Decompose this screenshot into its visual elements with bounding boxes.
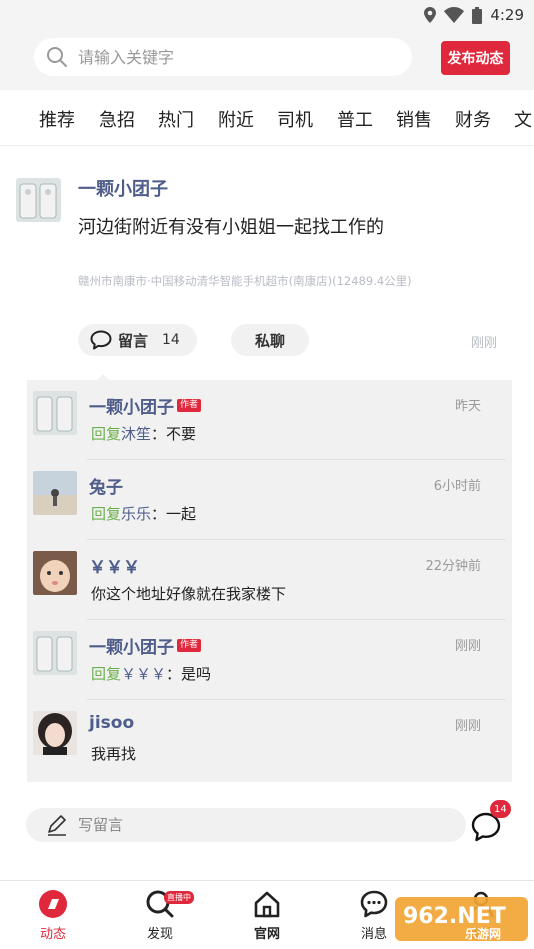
tab-category[interactable]: 销售	[396, 106, 432, 132]
nav-label: 消息	[360, 927, 387, 942]
tab-category[interactable]: 急招	[99, 106, 135, 132]
post-location: 赣州市南康市·中国移动清华智能手机超市(南康店)(12489.4公里)	[78, 274, 412, 288]
private-chat-button[interactable]: 私聊	[231, 324, 309, 356]
comment-item[interactable]: 兔子 6小时前 回复乐乐：一起	[27, 460, 512, 540]
status-time: 4:29	[490, 6, 524, 24]
post-content: 河边街附近有没有小姐姐一起找工作的	[78, 217, 384, 238]
home-icon	[254, 891, 280, 918]
nav-label: 发现	[146, 927, 173, 942]
comment-button[interactable]: 留言 14	[78, 324, 197, 356]
tab-category[interactable]: 财务	[455, 106, 491, 132]
author-badge: 作者	[177, 639, 202, 652]
search-input[interactable]	[78, 47, 378, 67]
avatar[interactable]	[33, 631, 77, 675]
comment-list: 一颗小团子 作者 昨天 回复沐笙：不要 兔子 6小时前 回复乐乐：一起 ￥￥￥ 2…	[27, 374, 512, 782]
category-tabs: 推荐 急招 热门 附近 司机 普工 销售 财务 文	[0, 90, 534, 146]
post-author-avatar[interactable]	[16, 178, 61, 222]
comment-time: 刚刚	[454, 719, 481, 734]
search-box[interactable]	[34, 38, 412, 76]
comment-time: 6小时前	[433, 479, 481, 494]
comments-shortcut-button[interactable]: 14	[470, 800, 511, 846]
header: 发布动态	[0, 30, 534, 90]
pencil-icon	[48, 815, 66, 836]
status-icons: 4:29	[424, 5, 524, 25]
battery-icon	[472, 6, 483, 24]
comment-count: 14	[162, 332, 180, 348]
tab-category[interactable]: 附近	[218, 106, 254, 132]
feed-icon	[39, 890, 67, 918]
message-count-badge: 14	[490, 800, 511, 818]
nav-label: 官网	[253, 927, 280, 942]
commenter-name[interactable]: 一颗小团子 作者	[89, 633, 202, 658]
wifi-icon	[444, 7, 465, 23]
live-badge: 直播中	[164, 891, 194, 904]
tab-category[interactable]: 文	[514, 106, 532, 132]
watermark-subtext: 乐游网	[465, 926, 501, 941]
watermark-logo: 962.NET 乐游网	[395, 893, 528, 945]
tab-category[interactable]: 司机	[277, 106, 313, 132]
comment-time: 刚刚	[454, 639, 481, 654]
tab-category[interactable]: 普工	[337, 106, 373, 132]
nav-item-feed[interactable]: 动态	[23, 889, 83, 949]
nav-label: 动态	[39, 927, 66, 942]
search-icon	[47, 47, 67, 67]
avatar[interactable]	[33, 711, 77, 755]
write-comment-bar[interactable]	[26, 808, 466, 842]
comment-time: 昨天	[454, 399, 481, 414]
avatar[interactable]	[33, 551, 77, 595]
comment-button-label: 留言	[118, 331, 149, 350]
comment-text: 我再找	[91, 745, 137, 763]
chat-bubble-icon	[360, 890, 388, 918]
comment-text: 你这个地址好像就在我家楼下	[91, 585, 287, 603]
comment-item[interactable]: 一颗小团子 作者 刚刚 回复￥￥￥：是吗	[27, 620, 512, 700]
post-time: 刚刚	[471, 336, 498, 351]
comment-item[interactable]: 一颗小团子 作者 昨天 回复沐笙：不要	[27, 380, 512, 460]
avatar[interactable]	[33, 471, 77, 515]
nav-item-discover[interactable]: 发现 直播中	[130, 889, 194, 949]
comment-input[interactable]	[78, 816, 378, 834]
comment-text: 回复乐乐：一起	[91, 505, 197, 523]
comment-item[interactable]: ￥￥￥ 22分钟前 你这个地址好像就在我家楼下	[27, 540, 512, 620]
comment-time: 22分钟前	[425, 559, 481, 574]
commenter-name[interactable]: ￥￥￥	[89, 553, 140, 578]
comment-text: 回复沐笙：不要	[91, 425, 197, 443]
comment-text: 回复￥￥￥：是吗	[91, 665, 212, 683]
author-badge: 作者	[177, 399, 202, 412]
commenter-name[interactable]: 一颗小团子 作者	[89, 393, 202, 418]
post-author-name[interactable]: 一颗小团子	[78, 175, 168, 201]
comment-item[interactable]: jisoo 刚刚 我再找	[27, 700, 512, 780]
commenter-name[interactable]: 兔子	[89, 473, 123, 498]
commenter-name[interactable]: jisoo	[89, 713, 134, 733]
tab-category[interactable]: 推荐	[39, 106, 75, 132]
tab-category[interactable]: 热门	[158, 106, 194, 132]
status-bar: 4:29	[0, 0, 534, 30]
location-icon	[424, 7, 437, 23]
avatar[interactable]	[33, 391, 77, 435]
publish-button[interactable]: 发布动态	[441, 41, 510, 75]
comment-icon	[90, 330, 112, 350]
nav-item-website[interactable]: 官网	[237, 889, 297, 949]
watermark-text: 962.NET	[403, 904, 506, 929]
